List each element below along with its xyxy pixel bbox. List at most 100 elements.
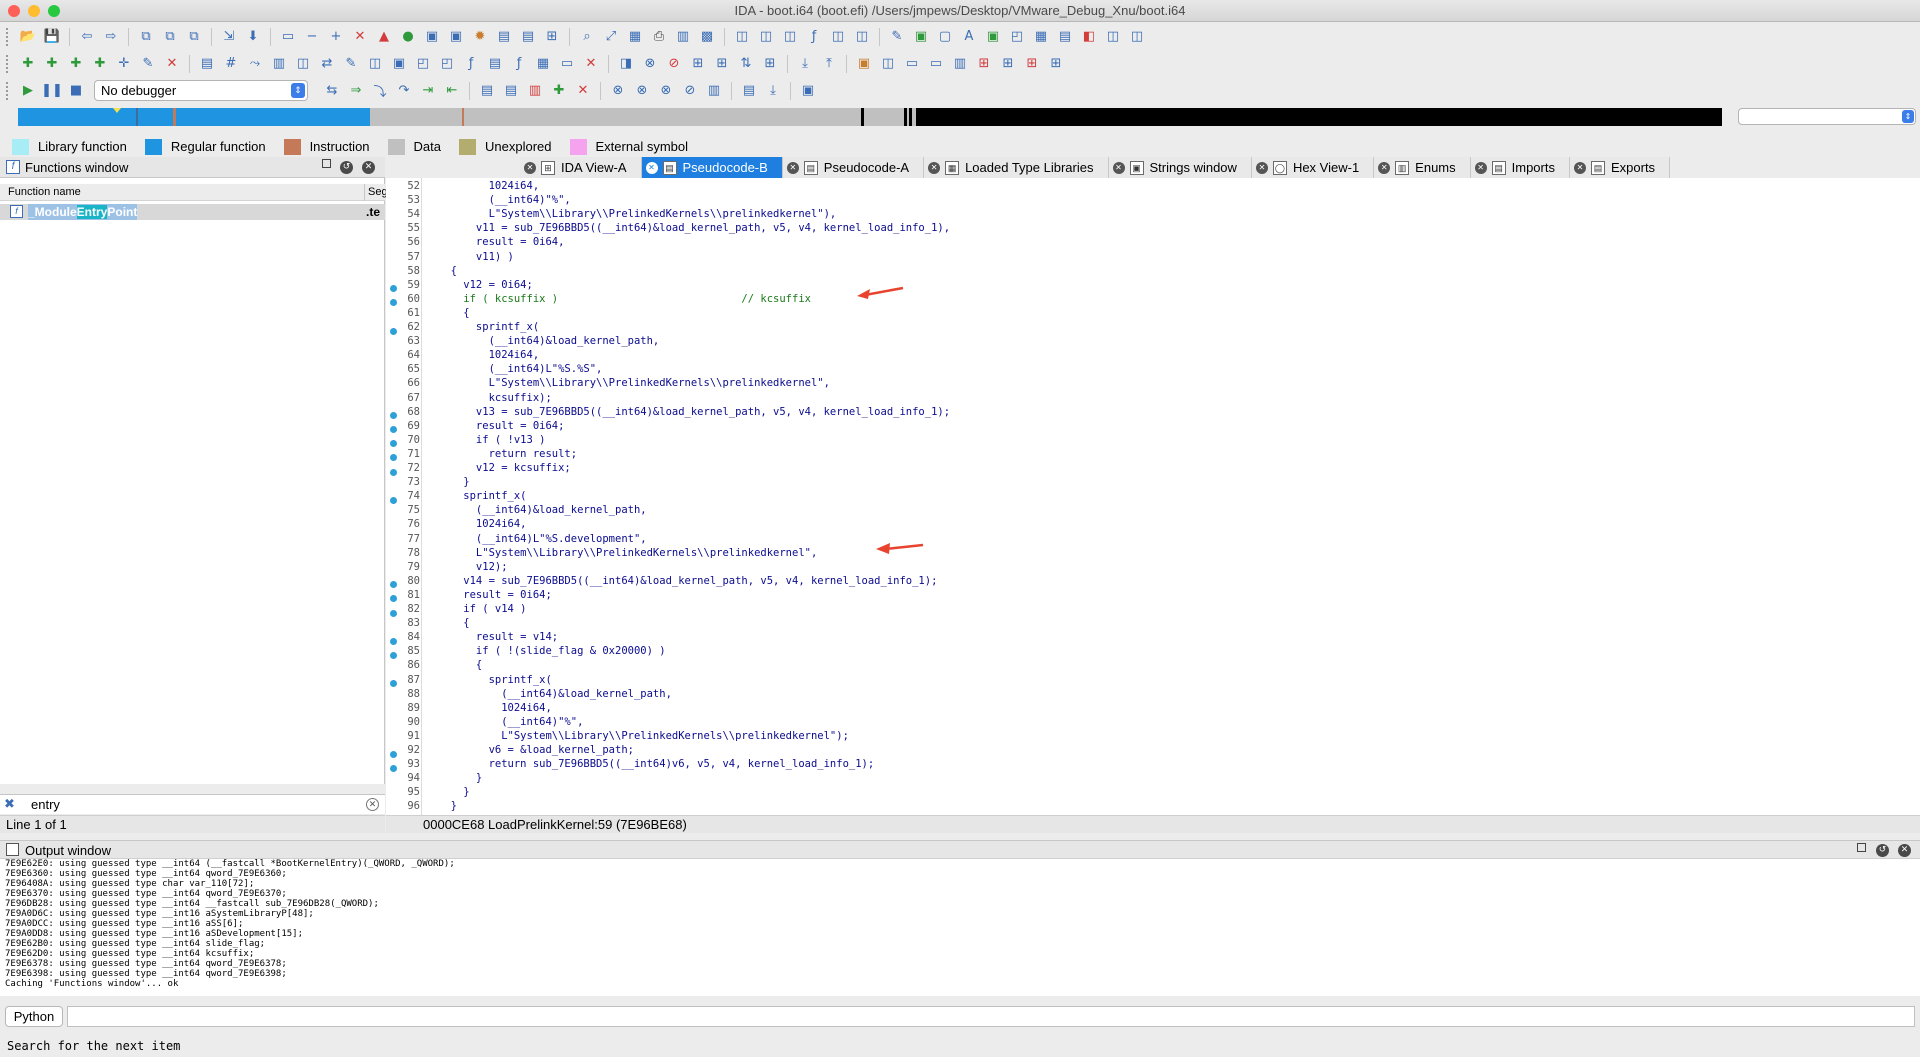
- command-input[interactable]: [67, 1006, 1915, 1027]
- restore-icon[interactable]: ↺: [1876, 844, 1889, 857]
- filter-input[interactable]: entry: [31, 797, 60, 812]
- view-icon-1[interactable]: ◫: [730, 26, 754, 48]
- tree-icon[interactable]: ⊞: [540, 26, 564, 48]
- type-dropdown-icon[interactable]: ▤: [195, 53, 219, 75]
- rename-icon[interactable]: ◫: [363, 53, 387, 75]
- back-arrow-icon[interactable]: ⇦: [75, 26, 99, 48]
- step-icon[interactable]: ⇒: [344, 80, 368, 102]
- data-icon[interactable]: ⊞: [686, 53, 710, 75]
- plus-icon[interactable]: +: [324, 26, 348, 48]
- xref-graph-icon[interactable]: ⊞: [1020, 53, 1044, 75]
- add-icon-2[interactable]: ✚: [40, 53, 64, 75]
- graph-overview-icon[interactable]: ▦: [623, 26, 647, 48]
- struct-icon[interactable]: ▦: [1029, 26, 1053, 48]
- edit-icon[interactable]: ✎: [885, 26, 909, 48]
- tab-pseudocode-b[interactable]: ✕ ▤ Pseudocode-B: [641, 157, 783, 178]
- tab-hex-view-1[interactable]: ✕ ◯ Hex View-1: [1251, 157, 1375, 178]
- tab-close-icon[interactable]: ✕: [1573, 161, 1586, 174]
- minus-icon[interactable]: −: [300, 26, 324, 48]
- trace-icon-2[interactable]: ⊗: [630, 80, 654, 102]
- tab-imports[interactable]: ✕ ▤ Imports: [1470, 157, 1570, 178]
- imports-toolbar-icon[interactable]: ◫: [1101, 26, 1125, 48]
- tab-enums[interactable]: ✕ ▥ Enums: [1374, 157, 1471, 178]
- segment-icon[interactable]: ◫: [291, 53, 315, 75]
- navigation-band[interactable]: [18, 108, 1722, 126]
- segment-add-icon[interactable]: ⊞: [758, 53, 782, 75]
- close-icon[interactable]: ✕: [1898, 844, 1911, 857]
- user-graph-icon[interactable]: ⊞: [1044, 53, 1068, 75]
- delete-breakpoint-icon[interactable]: ✕: [571, 80, 595, 102]
- window-icon-2[interactable]: ▣: [444, 26, 468, 48]
- tab-pseudocode-a[interactable]: ✕ ▤ Pseudocode-A: [782, 157, 925, 178]
- breakpoint-list-icon[interactable]: ▤: [475, 80, 499, 102]
- text-icon[interactable]: A: [957, 26, 981, 48]
- green-dot-icon[interactable]: ●: [396, 26, 420, 48]
- collapse-icon[interactable]: ▭: [276, 26, 300, 48]
- restore-icon[interactable]: ↺: [340, 161, 353, 174]
- tab-close-icon[interactable]: ✕: [1474, 161, 1487, 174]
- offset-icon[interactable]: ⤳: [243, 53, 267, 75]
- clear-filter-icon[interactable]: ✕: [366, 798, 379, 811]
- chart-icon[interactable]: ▥: [948, 53, 972, 75]
- binary-search-icon[interactable]: ⧉: [134, 26, 158, 48]
- remove-icon[interactable]: ✕: [160, 53, 184, 75]
- trace-icon-3[interactable]: ⊗: [654, 80, 678, 102]
- run-icon[interactable]: ▶: [16, 80, 40, 102]
- stack-var-icon[interactable]: ƒ: [507, 53, 531, 75]
- align-up-icon[interactable]: ⤒: [817, 53, 841, 75]
- tab-strings-window[interactable]: ✕ ▣ Strings window: [1108, 157, 1252, 178]
- view-icon-4[interactable]: ◫: [826, 26, 850, 48]
- tab-ida-view-a[interactable]: ✕ ⊞ IDA View-A: [520, 157, 642, 178]
- pseudocode-view[interactable]: 52 1024i64, 53 (__int64)"%", 54 L"System\\…: [386, 178, 1920, 815]
- view-toggle-icon[interactable]: ▣: [387, 53, 411, 75]
- add-dropdown-icon[interactable]: ✚: [88, 53, 112, 75]
- view-icon-3[interactable]: ◫: [778, 26, 802, 48]
- segments-icon[interactable]: ▤: [1053, 26, 1077, 48]
- tab-loaded-type-libraries[interactable]: ✕ ▦ Loaded Type Libraries: [924, 157, 1109, 178]
- save-icon[interactable]: 💾: [40, 26, 64, 48]
- function-detail-icon[interactable]: ◫: [876, 53, 900, 75]
- graph-icon-tb[interactable]: ⊗: [638, 53, 662, 75]
- warning-icon[interactable]: ▲: [372, 26, 396, 48]
- trace-icon[interactable]: ⊗: [606, 80, 630, 102]
- zoom-window-button[interactable]: [48, 5, 60, 17]
- settings-icon[interactable]: ▣: [796, 80, 820, 102]
- align-down-icon[interactable]: ⤓: [793, 53, 817, 75]
- close-icon[interactable]: ✕: [362, 161, 375, 174]
- delete-icon[interactable]: ✕: [348, 26, 372, 48]
- view-icon-5[interactable]: ◫: [850, 26, 874, 48]
- fit-icon[interactable]: ⤢: [599, 26, 623, 48]
- undefine-icon[interactable]: ⊘: [662, 53, 686, 75]
- tracing-icon[interactable]: ▤: [499, 80, 523, 102]
- splitter[interactable]: [0, 833, 1920, 840]
- segment-header[interactable]: Seg: [364, 184, 388, 201]
- jump-icon[interactable]: ⇲: [217, 26, 241, 48]
- text-search-icon[interactable]: ⧉: [158, 26, 182, 48]
- immediate-search-icon[interactable]: ⧉: [182, 26, 206, 48]
- window-icon[interactable]: ▣: [420, 26, 444, 48]
- tab-close-icon[interactable]: ✕: [786, 161, 799, 174]
- node-icon[interactable]: ◰: [411, 53, 435, 75]
- trace-options-icon[interactable]: ▥: [702, 80, 726, 102]
- comment-icon[interactable]: ✎: [339, 53, 363, 75]
- maximize-icon[interactable]: [1857, 843, 1866, 852]
- call-graph-icon[interactable]: ⊞: [996, 53, 1020, 75]
- function-name-header[interactable]: Function name: [8, 184, 81, 201]
- flowchart-icon[interactable]: ⊞: [972, 53, 996, 75]
- trace-window-icon[interactable]: ▤: [737, 80, 761, 102]
- layout-icon-2[interactable]: ▭: [924, 53, 948, 75]
- add-icon[interactable]: ✚: [16, 53, 40, 75]
- view-icon-2[interactable]: ◫: [754, 26, 778, 48]
- unhide-icon[interactable]: ✕: [579, 53, 603, 75]
- debugger-select[interactable]: No debugger ⇕: [94, 80, 308, 101]
- download-arrow-icon[interactable]: ⬇: [241, 26, 265, 48]
- tab-exports[interactable]: ✕ ▤ Exports: [1569, 157, 1671, 178]
- attach-icon[interactable]: ⇆: [320, 80, 344, 102]
- minimize-window-button[interactable]: [28, 5, 40, 17]
- edit-function-icon[interactable]: ✎: [136, 53, 160, 75]
- tab-close-icon[interactable]: ✕: [928, 161, 941, 174]
- layout-icon[interactable]: ▭: [900, 53, 924, 75]
- hex-icon[interactable]: ▢: [933, 26, 957, 48]
- note-icon[interactable]: ▣: [852, 53, 876, 75]
- node-icon-2[interactable]: ◰: [435, 53, 459, 75]
